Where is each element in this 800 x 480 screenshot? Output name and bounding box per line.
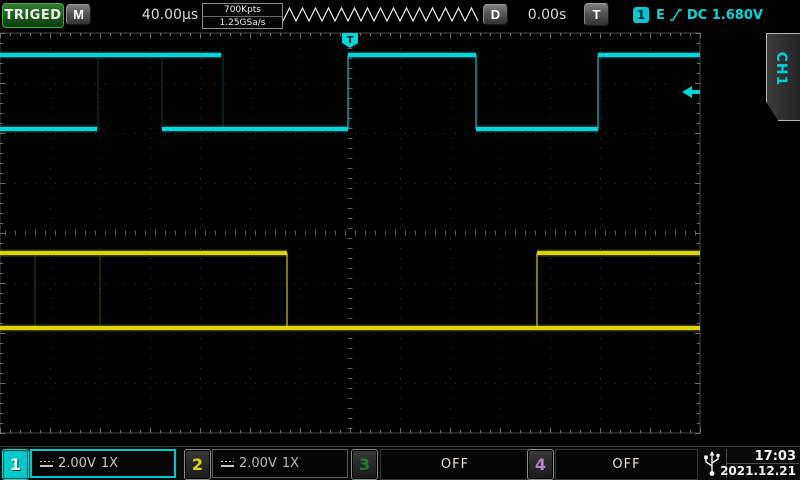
channel-4-status[interactable]: OFF: [555, 449, 698, 480]
horizontal-menu-button[interactable]: M: [66, 4, 91, 25]
clock-date: 2021.12.21: [727, 463, 799, 478]
channel-2-badge[interactable]: 2: [184, 449, 211, 480]
channel-4-badge[interactable]: 4: [527, 449, 554, 480]
trigger-coupling-level: DC 1.680V: [687, 8, 763, 23]
trigger-menu-button[interactable]: T: [584, 3, 609, 26]
channel-3-badge[interactable]: 3: [351, 449, 378, 480]
top-status-bar: TRIGED M 40.00µs 700Kpts 1.25GSa/s D 0.0…: [0, 0, 800, 30]
trace-edge-faint: [100, 253, 101, 328]
channel-2-settings[interactable]: 2.00V 1X: [212, 449, 348, 478]
trigger-edge-prefix: E: [656, 8, 665, 23]
waveform-display: 12T: [0, 30, 760, 445]
trigger-time-marker-label: T: [347, 35, 354, 46]
trace-ch2-low: [0, 326, 700, 330]
memory-depth: 700Kpts: [203, 4, 282, 17]
trace-ch1-low: [476, 127, 598, 131]
trace-edge: [597, 55, 599, 129]
sample-rate: 1.25GSa/s: [203, 17, 282, 29]
channel-2-scale: 2.00V: [239, 456, 277, 471]
channel-2-probe: 1X: [282, 456, 299, 471]
channel-1-settings[interactable]: 2.00V 1X: [30, 449, 176, 478]
trace-ch1-low: [0, 127, 97, 131]
trace-edge-faint: [223, 55, 224, 129]
trace-edge-faint: [35, 253, 36, 328]
oscilloscope-screen: TRIGED M 40.00µs 700Kpts 1.25GSa/s D 0.0…: [0, 0, 800, 480]
trace-ch2-high: [0, 251, 287, 255]
clock-time: 17:03: [727, 449, 799, 463]
channel-1-badge[interactable]: 1: [2, 449, 29, 480]
trace-edge-faint: [98, 55, 99, 129]
trace-ch2-high: [537, 251, 700, 255]
dc-coupling-icon: [221, 460, 234, 468]
channel-3-status[interactable]: OFF: [380, 449, 530, 480]
bottom-channel-bar: 1 2.00V 1X 2 2.00V 1X 3 OFF 4 OFF: [0, 446, 800, 480]
trigger-source-badge: 1: [633, 7, 649, 23]
trace-ch1-high: [0, 53, 221, 57]
trace-edge-faint: [162, 55, 163, 129]
trace-edge: [286, 253, 288, 328]
channel-1-probe: 1X: [101, 456, 118, 471]
rising-edge-icon: [669, 8, 683, 22]
trace-edge: [536, 253, 538, 328]
trigger-level-marker[interactable]: [682, 86, 700, 98]
trigger-status-badge: TRIGED: [2, 3, 64, 28]
trace-ch1-low: [162, 127, 348, 131]
trace-ch1-high: [598, 53, 700, 57]
channel-1-scale: 2.00V: [58, 456, 96, 471]
time-date-box: 17:03 2021.12.21: [726, 449, 799, 478]
dc-coupling-icon: [40, 460, 53, 468]
trace-edge: [347, 55, 349, 129]
delay-readout: 0.00s: [512, 7, 582, 23]
waveform-preview-icon: [283, 4, 481, 26]
usb-icon: [702, 450, 722, 477]
delay-menu-button[interactable]: D: [483, 4, 508, 25]
acquisition-info-box: 700Kpts 1.25GSa/s: [202, 3, 283, 29]
active-channel-tab[interactable]: CH1: [766, 33, 800, 121]
active-channel-tab-label: CH1: [773, 29, 789, 109]
trigger-info: E DC 1.680V: [656, 6, 763, 24]
trace-edge: [475, 55, 477, 129]
trace-ch1-high: [348, 53, 476, 57]
